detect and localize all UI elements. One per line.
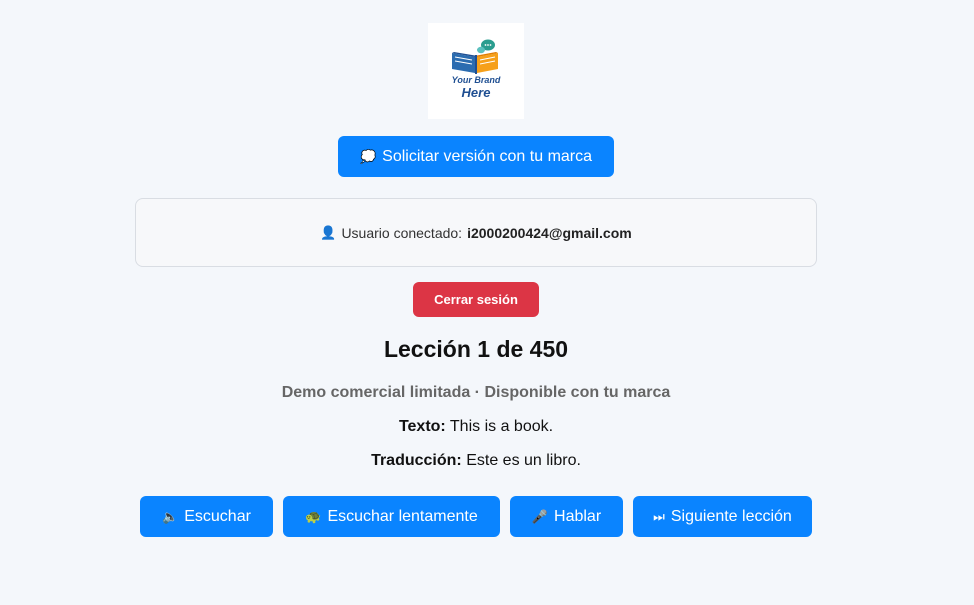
book-logo-icon: [452, 39, 498, 74]
brand-logo: Your Brand Here: [428, 23, 524, 119]
listen-button[interactable]: 🔈 Escuchar: [140, 496, 273, 537]
turtle-icon: 🐢: [305, 509, 322, 524]
request-branded-version-label: Solicitar versión con tu marca: [382, 147, 593, 165]
request-branded-version-button[interactable]: 💭 Solicitar versión con tu marca: [338, 136, 614, 177]
lesson-title: Lección 1 de 450: [383, 336, 569, 362]
speech-bubble-icon: 💭: [359, 149, 377, 164]
text-label: Texto:: [398, 418, 446, 435]
user-status-label: Usuario conectado:: [341, 224, 463, 241]
microphone-icon: 🎤: [531, 509, 549, 524]
lesson-translation-line: Traducción: Este es un libro.: [0, 452, 952, 470]
listen-label: Escuchar: [184, 507, 251, 525]
text-value: This is a book.: [449, 418, 554, 435]
logout-button[interactable]: Cerrar sesión: [413, 282, 539, 317]
logo-text-line2: Here: [461, 85, 491, 100]
logo-text-line1: Your Brand: [451, 75, 501, 85]
page: Your Brand Here 💭 Solicitar versión con …: [0, 0, 974, 605]
translation-value: Este es un libro.: [466, 452, 581, 469]
user-status-box: 👤 Usuario conectado: i2000200424@gmail.c…: [135, 198, 817, 267]
speaker-icon: 🔈: [162, 509, 179, 524]
user-icon: 👤: [320, 224, 337, 240]
speak-label: Hablar: [554, 507, 602, 525]
lesson-subtitle: Demo comercial limitada · Disponible con…: [281, 384, 671, 401]
user-email: i2000200424@gmail.com: [467, 224, 632, 241]
next-lesson-label: Siguiente lección: [670, 507, 792, 525]
speak-button[interactable]: 🎤 Hablar: [510, 496, 623, 537]
lesson-text-line: Texto: This is a book.: [0, 418, 952, 436]
translation-label: Traducción:: [371, 452, 462, 469]
listen-slowly-label: Escuchar lentamente: [327, 507, 478, 525]
listen-slowly-button[interactable]: 🐢 Escuchar lentamente: [283, 496, 500, 537]
next-lesson-button[interactable]: ⏭ Siguiente lección: [633, 496, 812, 537]
next-track-icon: ⏭: [653, 509, 665, 524]
